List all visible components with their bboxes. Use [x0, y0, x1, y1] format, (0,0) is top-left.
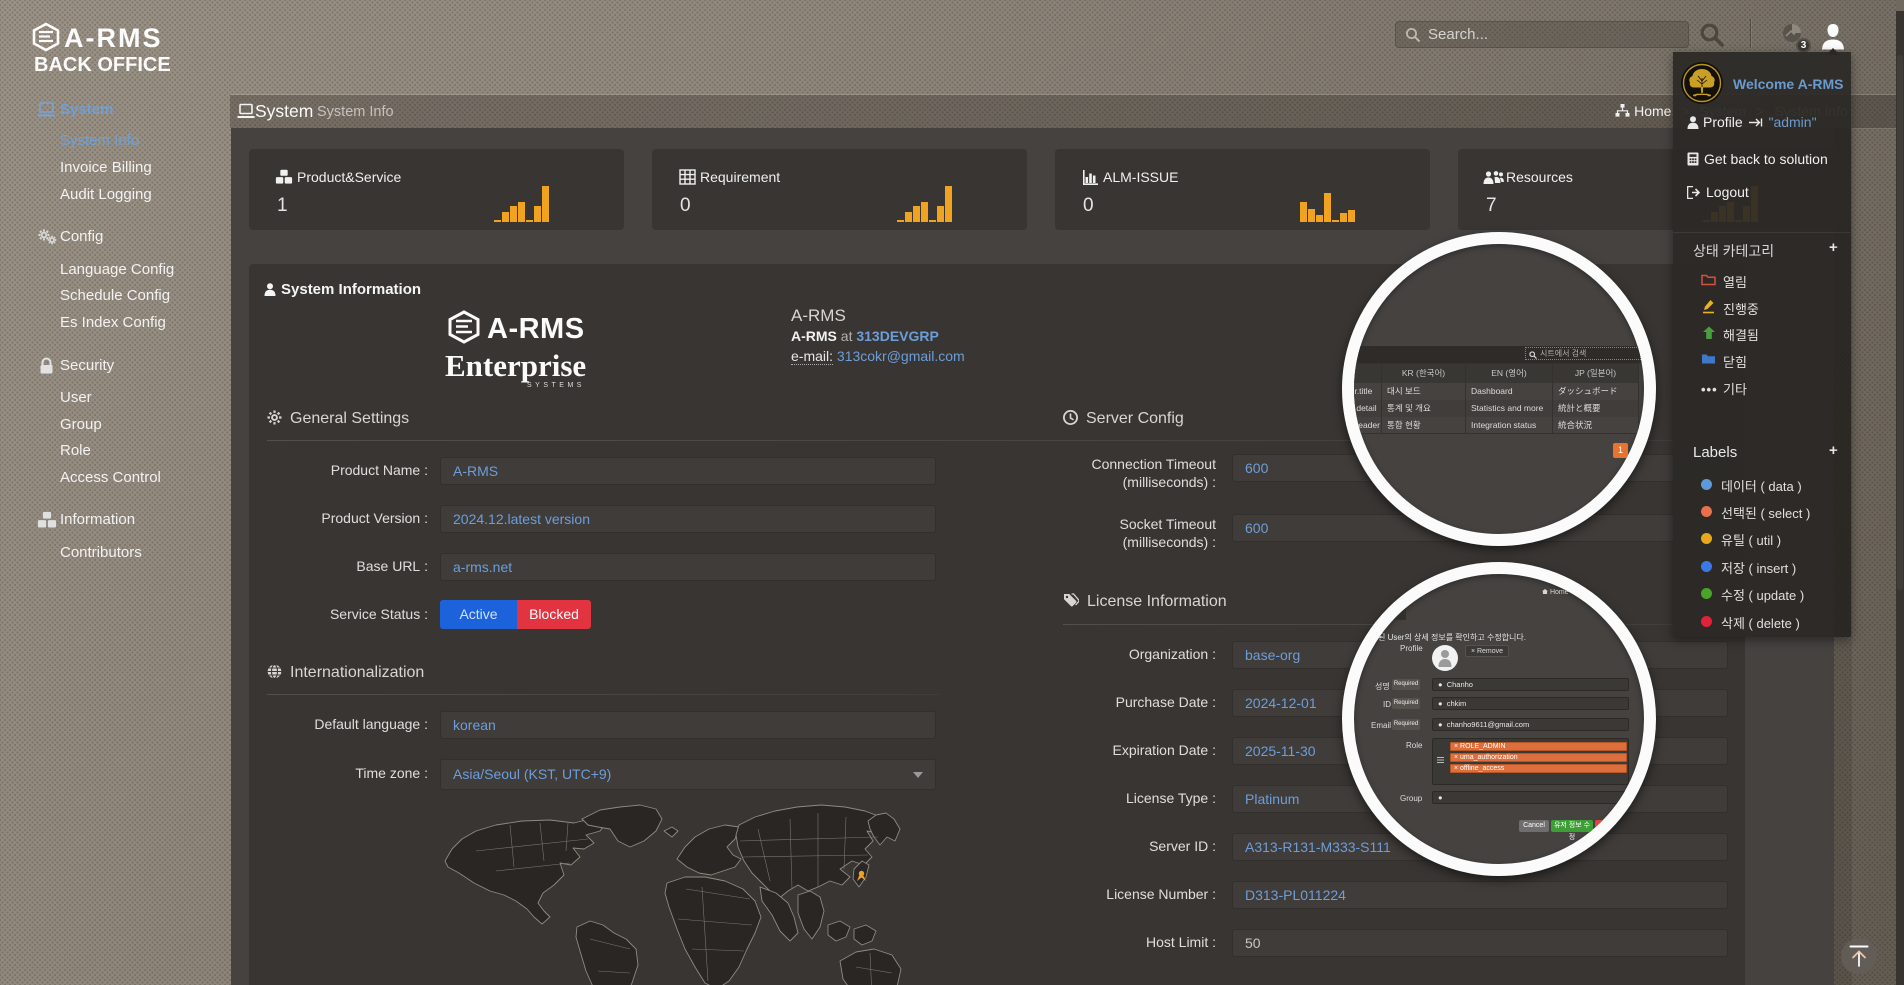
svg-text:A-RMS: A-RMS	[487, 313, 585, 345]
svg-text:Enterprise: Enterprise	[445, 348, 586, 383]
svg-text:SYSTEMS: SYSTEMS	[527, 382, 585, 389]
